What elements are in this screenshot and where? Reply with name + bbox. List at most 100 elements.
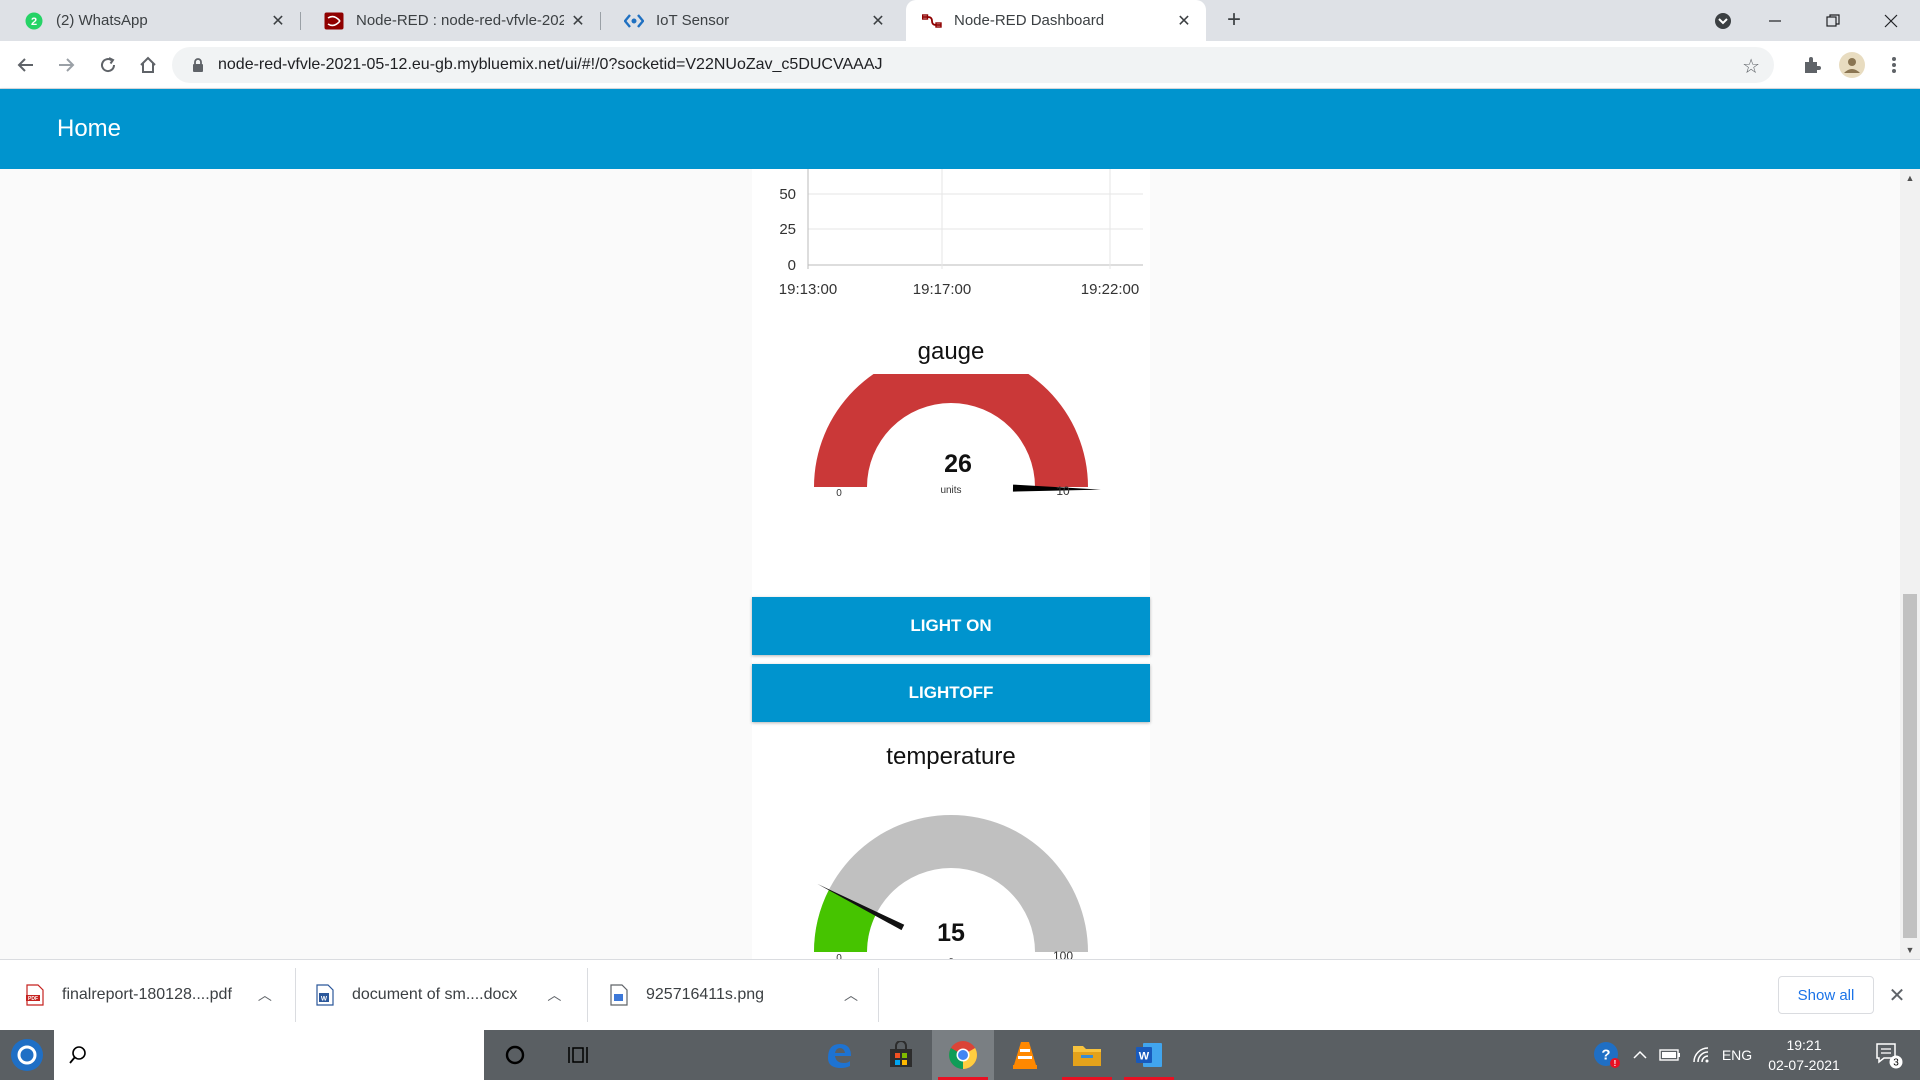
extensions-button[interactable] xyxy=(1796,49,1828,81)
download-item[interactable]: W document of sm....docx ︿ xyxy=(296,960,587,1030)
cortana-icon xyxy=(505,1045,525,1065)
kebab-menu-icon xyxy=(1892,57,1896,73)
chart-x-tick-label: 19:22:00 xyxy=(1081,281,1139,298)
notification-icon: 3 xyxy=(1876,1043,1903,1069)
close-icon[interactable]: ✕ xyxy=(564,7,592,35)
address-bar[interactable]: node-red-vfvle-2021-05-12.eu-gb.mybluemi… xyxy=(172,47,1774,83)
file-explorer-taskbar-icon[interactable] xyxy=(1056,1030,1118,1080)
edge-taskbar-icon[interactable] xyxy=(808,1030,870,1080)
close-icon[interactable]: ✕ xyxy=(864,7,892,35)
dashboard-header: Home xyxy=(0,89,1920,169)
browser-tab-strip: 2 (2) WhatsApp ✕ Node-RED : node-red-vfv… xyxy=(0,0,1920,41)
close-download-shelf-button[interactable]: ✕ xyxy=(1882,980,1912,1010)
node-red-icon xyxy=(324,11,344,31)
gauge-value: 26 xyxy=(944,450,972,478)
windows-taskbar: W ?! ENG 19:21 02-07-2021 3 xyxy=(0,1030,1920,1080)
download-item[interactable]: PDF finalreport-180128....pdf ︿ xyxy=(0,960,295,1030)
clock-time: 19:21 xyxy=(1786,1037,1822,1053)
browser-toolbar: node-red-vfvle-2021-05-12.eu-gb.mybluemi… xyxy=(0,41,1920,89)
pdf-file-icon: PDF xyxy=(26,984,44,1006)
browser-menu-button[interactable] xyxy=(1878,49,1910,81)
show-all-downloads-button[interactable]: Show all xyxy=(1778,976,1874,1014)
chart-y-tick-label: 0 xyxy=(788,257,796,274)
new-tab-button[interactable]: + xyxy=(1220,6,1248,34)
scroll-down-arrow-icon[interactable]: ▼ xyxy=(1900,941,1920,959)
light-off-button[interactable]: LIGHTOFF xyxy=(752,664,1150,722)
gauge-widget: 26 units 0 10 xyxy=(814,374,1101,499)
wifi-icon[interactable] xyxy=(1688,1030,1716,1080)
chevron-up-icon[interactable]: ︿ xyxy=(258,985,272,1005)
download-separator xyxy=(878,968,879,1022)
tab-title: IoT Sensor xyxy=(656,12,730,29)
taskbar-search-input[interactable] xyxy=(54,1030,484,1080)
chart-x-tick-label: 19:13:00 xyxy=(779,281,837,298)
image-file-icon xyxy=(610,984,628,1006)
temperature-title: temperature xyxy=(886,743,1016,770)
whatsapp-icon: 2 xyxy=(24,11,44,31)
chart-y-tick-label: 50 xyxy=(779,186,796,203)
show-hidden-icons-button[interactable] xyxy=(1628,1030,1652,1080)
minimize-button[interactable] xyxy=(1752,0,1798,41)
tab-node-red-editor[interactable]: Node-RED : node-red-vfvle-2021 ✕ xyxy=(300,0,600,41)
svg-text:W: W xyxy=(1139,1051,1150,1063)
word-file-icon: W xyxy=(316,984,334,1006)
url-text[interactable]: node-red-vfvle-2021-05-12.eu-gb.mybluemi… xyxy=(218,56,882,74)
home-button[interactable] xyxy=(132,49,164,81)
cortana-button[interactable] xyxy=(484,1030,546,1080)
bookmark-star-icon[interactable]: ☆ xyxy=(1742,54,1760,79)
chrome-taskbar-icon[interactable] xyxy=(932,1030,994,1080)
puzzle-icon xyxy=(1805,57,1821,73)
reload-icon xyxy=(101,57,116,73)
download-filename: finalreport-180128....pdf xyxy=(62,986,232,1003)
word-taskbar-icon[interactable]: W xyxy=(1118,1030,1180,1080)
download-filename: document of sm....docx xyxy=(352,986,518,1003)
chevron-down-icon xyxy=(1715,12,1731,29)
restore-button[interactable] xyxy=(1810,0,1856,41)
back-arrow-icon xyxy=(17,58,33,72)
download-shelf: PDF finalreport-180128....pdf ︿ W docume… xyxy=(0,959,1920,1030)
dashboard-content[interactable]: 50 25 0 19:13:00 19:17:00 19:22:00 gauge 26 … xyxy=(0,169,1900,959)
node-red-icon xyxy=(922,11,942,31)
store-taskbar-icon[interactable] xyxy=(870,1030,932,1080)
close-icon[interactable]: ✕ xyxy=(264,7,292,35)
forward-button[interactable] xyxy=(50,49,82,81)
temperature-max-label: 100 xyxy=(1053,949,1073,959)
task-view-button[interactable] xyxy=(548,1030,610,1080)
chevron-up-icon[interactable]: ︿ xyxy=(547,985,561,1005)
language-indicator[interactable]: ENG xyxy=(1718,1030,1756,1080)
temperature-value: 15 xyxy=(937,919,965,947)
tab-title: Node-RED : node-red-vfvle-2021 xyxy=(356,12,564,29)
tab-whatsapp[interactable]: 2 (2) WhatsApp ✕ xyxy=(0,0,300,41)
start-button[interactable] xyxy=(0,1030,54,1080)
profile-avatar[interactable] xyxy=(1836,49,1868,81)
task-view-icon xyxy=(568,1047,588,1063)
home-icon xyxy=(140,56,156,73)
tab-node-red-dashboard[interactable]: Node-RED Dashboard ✕ xyxy=(906,0,1206,41)
temperature-gauge-widget: 15 0 100 c xyxy=(814,815,1088,959)
close-window-button[interactable] xyxy=(1868,0,1914,41)
svg-text:?: ? xyxy=(1601,1047,1610,1064)
close-icon[interactable]: ✕ xyxy=(1170,7,1198,35)
scrollbar-thumb[interactable] xyxy=(1903,594,1917,938)
tab-iot-sensor[interactable]: IoT Sensor ✕ xyxy=(600,0,900,41)
light-on-button[interactable]: LIGHT ON xyxy=(752,597,1150,655)
taskbar-clock[interactable]: 19:21 02-07-2021 xyxy=(1754,1035,1854,1075)
help-tray-icon[interactable]: ?! xyxy=(1590,1030,1624,1080)
page-scrollbar[interactable]: ▲ ▼ xyxy=(1900,169,1920,959)
iot-sensor-icon xyxy=(624,11,644,31)
chevron-up-icon[interactable]: ︿ xyxy=(844,985,858,1005)
chevron-up-icon xyxy=(1633,1050,1647,1059)
svg-text:!: ! xyxy=(1614,1059,1617,1068)
download-item[interactable]: 925716411s.png ︿ xyxy=(588,960,878,1030)
back-button[interactable] xyxy=(10,49,42,81)
scroll-up-arrow-icon[interactable]: ▲ xyxy=(1900,169,1920,187)
notification-count: 3 xyxy=(1893,1058,1899,1069)
notification-center-button[interactable]: 3 xyxy=(1864,1030,1914,1080)
vlc-taskbar-icon[interactable] xyxy=(994,1030,1056,1080)
lock-icon[interactable] xyxy=(188,57,208,73)
reload-button[interactable] xyxy=(92,49,124,81)
tab-search-button[interactable] xyxy=(1700,0,1746,41)
battery-icon[interactable] xyxy=(1656,1030,1684,1080)
search-icon xyxy=(69,1046,86,1064)
chart-grid xyxy=(807,169,1143,269)
